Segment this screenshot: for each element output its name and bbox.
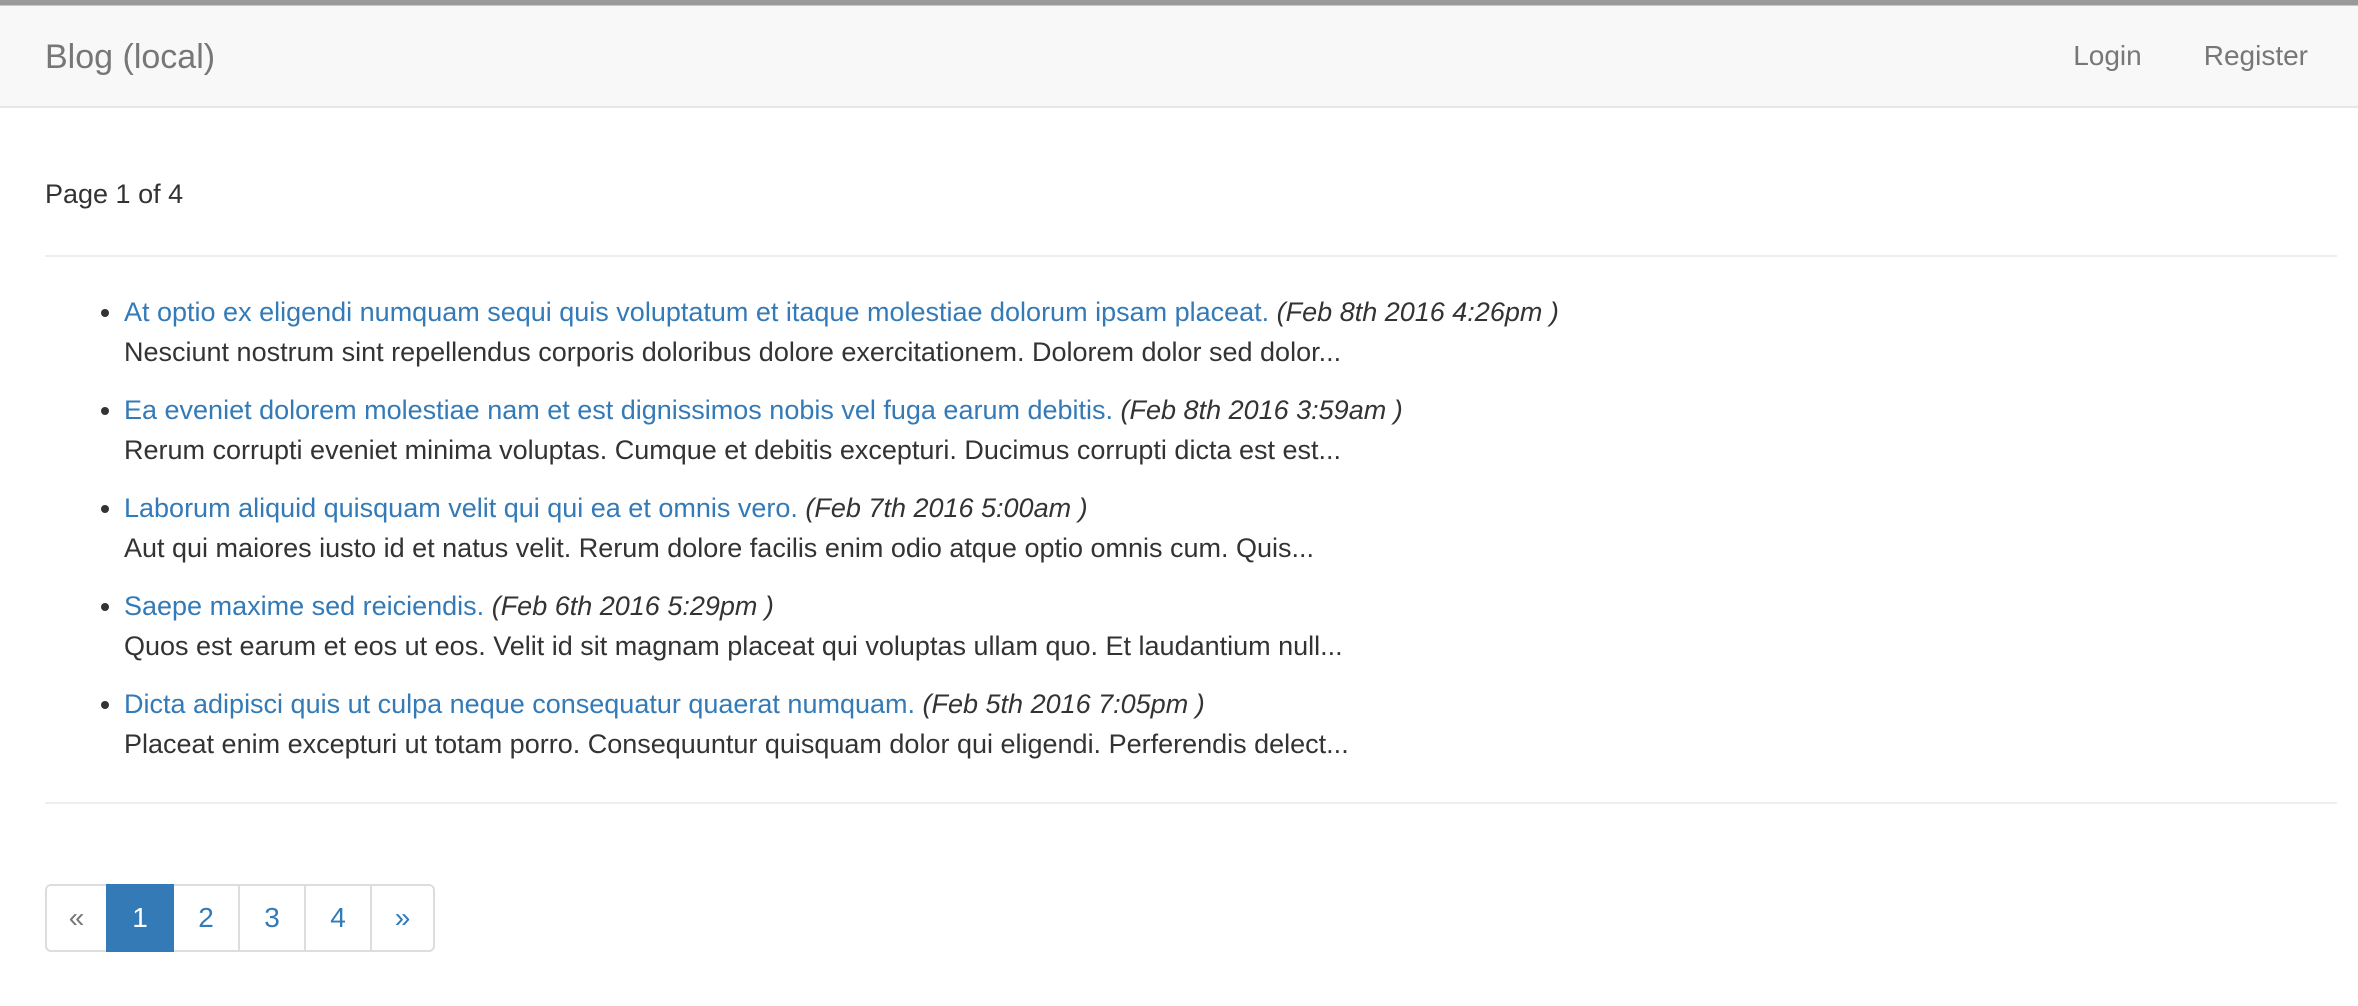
- divider-bottom: [45, 802, 2337, 804]
- post-title-link[interactable]: Saepe maxime sed reiciendis.: [124, 591, 484, 621]
- post-heading: Ea eveniet dolorem molestiae nam et est …: [124, 395, 1403, 425]
- post-date: (Feb 8th 2016 4:26pm ): [1276, 297, 1559, 327]
- page-info: Page 1 of 4: [45, 179, 184, 209]
- post-date: (Feb 7th 2016 5:00am ): [805, 493, 1088, 523]
- login-link[interactable]: Login: [2073, 40, 2142, 72]
- post-date: (Feb 5th 2016 7:05pm ): [922, 689, 1205, 719]
- pagination-page-4[interactable]: 4: [304, 884, 372, 952]
- post-item: Dicta adipisci quis ut culpa neque conse…: [124, 684, 2337, 764]
- post-excerpt: Rerum corrupti eveniet minima voluptas. …: [124, 435, 1342, 465]
- post-heading: Laborum aliquid quisquam velit qui qui e…: [124, 493, 1088, 523]
- post-excerpt: Placeat enim excepturi ut totam porro. C…: [124, 729, 1349, 759]
- navbar-right: Login Register: [2011, 6, 2308, 106]
- post-list: At optio ex eligendi numquam sequi quis …: [45, 292, 2337, 764]
- pagination-page-2[interactable]: 2: [172, 884, 240, 952]
- post-title-link[interactable]: Ea eveniet dolorem molestiae nam et est …: [124, 395, 1113, 425]
- pagination-page-1[interactable]: 1: [106, 884, 174, 952]
- post-excerpt: Nesciunt nostrum sint repellendus corpor…: [124, 337, 1342, 367]
- pagination-page-3[interactable]: 3: [238, 884, 306, 952]
- post-title-link[interactable]: Laborum aliquid quisquam velit qui qui e…: [124, 493, 798, 523]
- post-item: Ea eveniet dolorem molestiae nam et est …: [124, 390, 2337, 470]
- post-title-link[interactable]: At optio ex eligendi numquam sequi quis …: [124, 297, 1269, 327]
- register-link[interactable]: Register: [2204, 40, 2308, 72]
- main-content: Page 1 of 4 At optio ex eligendi numquam…: [0, 108, 2358, 952]
- post-date: (Feb 6th 2016 5:29pm ): [491, 591, 774, 621]
- post-item: Saepe maxime sed reiciendis. (Feb 6th 20…: [124, 586, 2337, 666]
- divider-top: [45, 255, 2337, 257]
- pagination: « 1 2 3 4 »: [45, 884, 2337, 952]
- post-item: Laborum aliquid quisquam velit qui qui e…: [124, 488, 2337, 568]
- post-date: (Feb 8th 2016 3:59am ): [1120, 395, 1403, 425]
- post-item: At optio ex eligendi numquam sequi quis …: [124, 292, 2337, 372]
- post-excerpt: Quos est earum et eos ut eos. Velit id s…: [124, 631, 1343, 661]
- post-excerpt: Aut qui maiores iusto id et natus velit.…: [124, 533, 1315, 563]
- post-heading: Dicta adipisci quis ut culpa neque conse…: [124, 689, 1205, 719]
- pagination-prev-button[interactable]: «: [45, 884, 108, 952]
- brand-link[interactable]: Blog (local): [45, 6, 215, 108]
- post-heading: Saepe maxime sed reiciendis. (Feb 6th 20…: [124, 591, 774, 621]
- navbar: Blog (local) Login Register: [0, 6, 2358, 108]
- post-title-link[interactable]: Dicta adipisci quis ut culpa neque conse…: [124, 689, 915, 719]
- pagination-next-button[interactable]: »: [370, 884, 435, 952]
- post-heading: At optio ex eligendi numquam sequi quis …: [124, 297, 1559, 327]
